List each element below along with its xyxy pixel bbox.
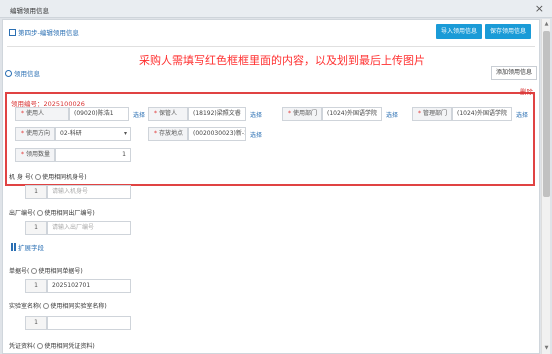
factory-no-row: 出厂编号(使用相同出厂编号) xyxy=(9,210,95,217)
same-single-no-label: 使用相同单据号 xyxy=(38,268,81,275)
import-button[interactable]: 导入领用信息 xyxy=(436,24,482,39)
voucher-row: 凭证资料(使用相同凭证资料) xyxy=(9,343,95,350)
same-machine-no-label: 使用相同机身号 xyxy=(42,174,85,181)
same-machine-no-radio[interactable] xyxy=(35,174,42,180)
same-voucher-radio[interactable] xyxy=(37,343,44,349)
single-no-index: 1 xyxy=(25,279,47,293)
lab-name-label: 实验室名称 xyxy=(9,303,40,310)
voucher-label: 凭证资料 xyxy=(9,343,34,350)
keeper-label: * 保管人 xyxy=(148,107,188,121)
same-lab-name-radio[interactable] xyxy=(43,303,50,309)
add-record-button[interactable]: 添加领用信息 xyxy=(491,66,537,80)
lab-name-index: 1 xyxy=(25,316,47,330)
close-icon[interactable]: × xyxy=(535,2,544,15)
window-titlebar: 编辑领用信息 × xyxy=(0,0,552,18)
same-single-no-radio[interactable] xyxy=(31,268,38,274)
save-button[interactable]: 保存领用信息 xyxy=(485,24,531,39)
factory-no-input[interactable]: 请输入出厂编号 xyxy=(47,221,131,235)
user-input[interactable]: (09020)陈浩1 xyxy=(69,107,129,121)
machine-no-label: 机 身 号 xyxy=(9,174,31,181)
manage-dept-input[interactable]: (1024)外国语学院 xyxy=(452,107,512,121)
use-dept-label: * 使用部门 xyxy=(282,107,322,121)
scrollbar-thumb[interactable] xyxy=(543,31,550,197)
same-factory-no-radio[interactable] xyxy=(37,210,44,216)
delete-link[interactable]: 删除 xyxy=(520,86,533,96)
factory-no-label: 出厂编号 xyxy=(9,210,34,217)
scroll-down-icon[interactable]: ▼ xyxy=(543,344,550,352)
keeper-pick-link[interactable]: 选择 xyxy=(250,110,262,119)
window-title: 编辑领用信息 xyxy=(10,7,49,15)
keeper-input[interactable]: (18192)梁照文睿 xyxy=(188,107,246,121)
use-dept-pick-link[interactable]: 选择 xyxy=(386,110,398,119)
gear-icon xyxy=(5,70,12,77)
machine-no-row: 机 身 号(使用相同机身号) xyxy=(9,174,87,181)
single-no-label: 单据号 xyxy=(9,268,28,275)
user-pick-link[interactable]: 选择 xyxy=(133,110,145,119)
machine-no-input[interactable]: 请输入机身号 xyxy=(47,185,131,199)
location-label: * 存放地点 xyxy=(148,127,188,141)
same-lab-name-label: 使用相同实验室名称 xyxy=(50,303,105,310)
step-icon xyxy=(9,29,16,36)
manage-dept-pick-link[interactable]: 选择 xyxy=(516,110,528,119)
location-pick-link[interactable]: 选择 xyxy=(250,130,262,139)
expand-icon xyxy=(11,243,16,251)
scroll-up-icon[interactable]: ▲ xyxy=(543,20,550,28)
quantity-label: * 领用数量 xyxy=(15,148,55,162)
lab-name-row: 实验室名称(使用相同实验室名称) xyxy=(9,303,107,310)
direction-label: * 使用方向 xyxy=(15,127,55,141)
user-label: * 使用人 xyxy=(15,107,69,121)
single-no-input[interactable]: 2025102701 xyxy=(47,279,131,293)
quantity-input[interactable]: 1 xyxy=(55,148,131,162)
vertical-scrollbar[interactable]: ▲ ▼ xyxy=(541,19,550,354)
manage-dept-label: * 管理部门 xyxy=(412,107,452,121)
step-label: 第四步-编辑领用信息 xyxy=(18,29,79,37)
divider xyxy=(7,46,535,47)
step-indicator: 第四步-编辑领用信息 xyxy=(9,27,79,37)
expand-section-title: 扩展字段 xyxy=(11,242,44,252)
section-title-label: 领用信息 xyxy=(14,70,40,78)
instruction-annotation: 采购人需填写红色框框里面的内容，以及划到最后上传图片 xyxy=(139,54,425,67)
machine-no-index: 1 xyxy=(25,185,47,199)
single-no-row: 单据号(使用相同单据号) xyxy=(9,268,83,275)
direction-select[interactable]: 02-科研 xyxy=(55,127,131,141)
location-input[interactable]: (0020030023)新-101 xyxy=(188,127,246,141)
lab-name-input[interactable] xyxy=(47,316,131,330)
section-title: 领用信息 xyxy=(5,68,40,78)
same-voucher-label: 使用相同凭证资料 xyxy=(44,343,93,350)
use-dept-input[interactable]: (1024)外国语学院 xyxy=(322,107,382,121)
expand-section-label: 扩展字段 xyxy=(18,244,44,252)
dialog-body: 第四步-编辑领用信息 导入领用信息 保存领用信息 采购人需填写红色框框里面的内容… xyxy=(2,19,540,354)
same-factory-no-label: 使用相同出厂编号 xyxy=(44,210,93,217)
factory-no-index: 1 xyxy=(25,221,47,235)
